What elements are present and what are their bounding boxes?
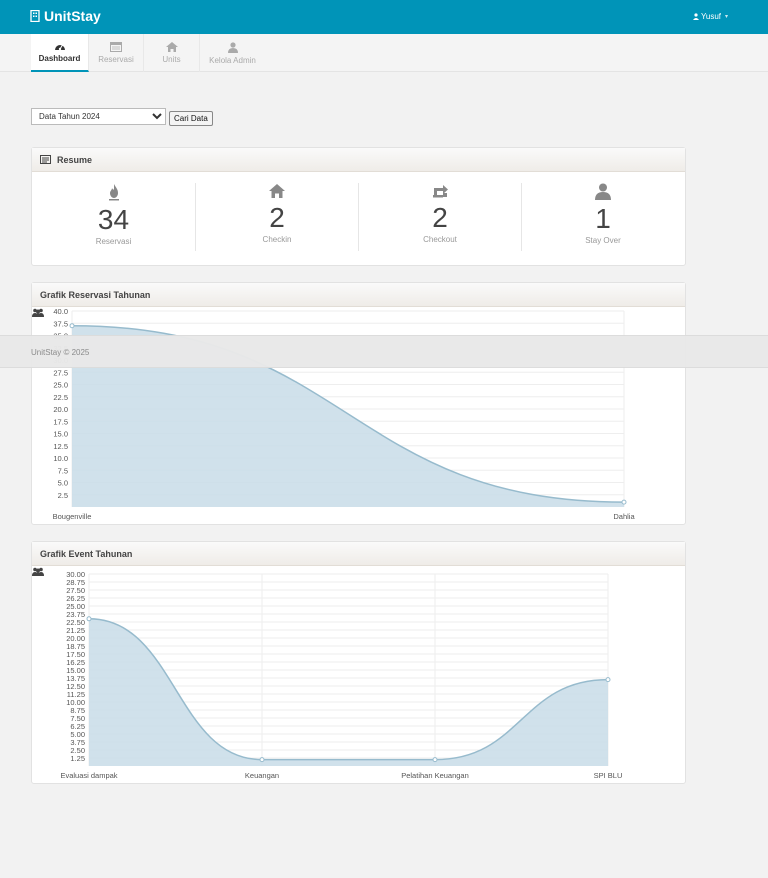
list-icon xyxy=(40,155,51,164)
stat-label: Checkout xyxy=(423,235,457,244)
fire-icon xyxy=(108,184,119,201)
tab-kelola-admin[interactable]: Kelola Admin xyxy=(200,34,265,72)
y-tick-label: 1.25 xyxy=(70,754,85,763)
stat-checkout: 2 Checkout xyxy=(358,183,521,251)
x-tick-label: Dahlia xyxy=(613,512,635,521)
user-icon xyxy=(595,183,611,200)
data-point[interactable] xyxy=(432,757,438,763)
stat-value: 2 xyxy=(269,202,285,233)
stat-value: 1 xyxy=(595,203,611,234)
user-icon xyxy=(227,41,238,53)
y-tick-label: 10.0 xyxy=(53,454,68,463)
calendar-icon xyxy=(110,42,122,52)
y-tick-label: 12.5 xyxy=(53,442,68,451)
event-chart-panel: Grafik Event Tahunan 30.00 28.75 27.50 26.2… xyxy=(31,541,686,784)
panel-title: Resume xyxy=(57,154,93,165)
retweet-icon xyxy=(433,185,448,198)
tab-label: Reservasi xyxy=(98,55,134,64)
resume-stats: 34 Reservasi 2 Checkin 2 Checkout 1 Stay xyxy=(32,173,685,265)
stat-label: Reservasi xyxy=(95,237,132,246)
home-icon xyxy=(165,42,178,52)
y-tick-label: 25.0 xyxy=(53,381,68,390)
year-filter: Data Tahun 2024 Cari Data xyxy=(31,107,213,126)
data-point[interactable] xyxy=(621,499,627,505)
x-tick-label: SPI BLU xyxy=(594,771,623,780)
footer-text: UnitStay © 2025 xyxy=(31,348,90,357)
y-tick-label: 20.0 xyxy=(53,405,68,414)
stat-value: 34 xyxy=(97,204,130,235)
series-area xyxy=(89,618,608,766)
main-nav: Dashboard Reservasi Units Kelola Admin xyxy=(0,34,768,72)
event-chart-header: Grafik Event Tahunan xyxy=(32,542,685,576)
stat-checkin: 2 Checkin xyxy=(195,183,358,251)
user-name: Yusuf xyxy=(700,12,721,21)
data-point[interactable] xyxy=(86,616,92,622)
y-tick-label: 27.5 xyxy=(53,368,68,377)
user-icon xyxy=(692,13,699,20)
data-point[interactable] xyxy=(69,323,75,329)
y-tick-label: 37.5 xyxy=(53,319,68,328)
home-icon xyxy=(269,184,285,198)
dashboard-icon xyxy=(54,44,65,51)
tab-label: Units xyxy=(162,55,181,64)
data-point[interactable] xyxy=(259,757,265,763)
y-tick-label: 5.0 xyxy=(58,479,68,488)
brand[interactable]: UnitStay xyxy=(30,8,101,24)
search-data-button[interactable]: Cari Data xyxy=(169,111,213,126)
resume-panel: Resume 34 Reservasi 2 Checkin 2 Checkout… xyxy=(31,147,686,266)
user-menu[interactable]: Yusuf ▾ xyxy=(692,12,728,21)
chevron-down-icon: ▾ xyxy=(724,14,728,20)
data-point[interactable] xyxy=(605,677,611,683)
panel-title: Grafik Event Tahunan xyxy=(40,548,133,559)
stat-reservasi: 34 Reservasi xyxy=(32,183,195,251)
event-chart: 30.0028.7527.5026.2525.0023.7522.5021.25… xyxy=(60,570,623,780)
stat-stay-over: 1 Stay Over xyxy=(521,183,684,251)
x-tick-label: Pelatihan Keuangan xyxy=(401,771,469,780)
footer: UnitStay © 2025 xyxy=(0,335,768,368)
stat-label: Checkin xyxy=(262,235,292,244)
tab-label: Dashboard xyxy=(38,54,81,63)
y-tick-label: 17.5 xyxy=(53,417,68,426)
year-select[interactable]: Data Tahun 2024 xyxy=(31,108,166,125)
building-icon xyxy=(30,10,40,22)
tab-reservasi[interactable]: Reservasi xyxy=(89,34,144,72)
top-bar: UnitStay Yusuf ▾ xyxy=(0,0,768,34)
stat-value: 2 xyxy=(432,202,448,233)
y-tick-label: 7.5 xyxy=(58,466,68,475)
brand-name: UnitStay xyxy=(44,8,101,24)
x-tick-label: Bougenville xyxy=(53,512,92,521)
x-tick-label: Keuangan xyxy=(245,771,279,780)
reservasi-chart-header: Grafik Reservasi Tahunan xyxy=(32,283,685,317)
tab-dashboard[interactable]: Dashboard xyxy=(31,34,89,72)
x-tick-label: Evaluasi dampak xyxy=(60,771,117,780)
panel-title: Grafik Reservasi Tahunan xyxy=(40,289,151,300)
tab-label: Kelola Admin xyxy=(209,55,256,65)
y-tick-label: 2.5 xyxy=(58,491,68,500)
resume-header: Resume xyxy=(32,148,685,172)
tab-units[interactable]: Units xyxy=(144,34,200,72)
y-tick-label: 22.5 xyxy=(53,393,68,402)
stat-label: Stay Over xyxy=(585,236,621,245)
y-tick-label: 40.0 xyxy=(53,308,68,316)
reservasi-chart-panel: Grafik Reservasi Tahunan 40.037.535.032.… xyxy=(31,282,686,525)
y-tick-label: 15.0 xyxy=(53,430,68,439)
